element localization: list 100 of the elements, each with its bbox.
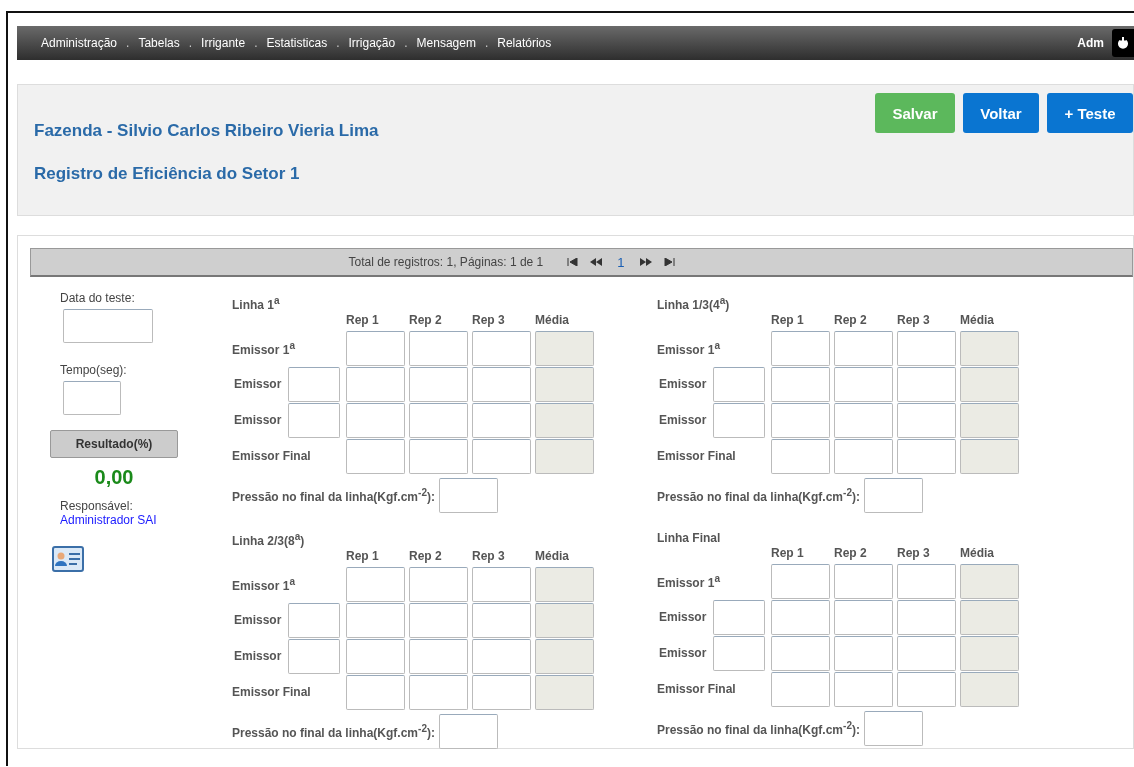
column-header: Rep 1: [346, 549, 380, 563]
measurement-field[interactable]: [472, 638, 531, 674]
measurement-field[interactable]: [771, 402, 830, 438]
action-button[interactable]: Voltar: [963, 93, 1039, 133]
measurement-field[interactable]: [472, 438, 531, 474]
emitter-number-field[interactable]: [713, 366, 765, 402]
measurement-field[interactable]: [834, 563, 893, 599]
measurement-field[interactable]: [472, 566, 531, 602]
menu-item[interactable]: Relatórios: [497, 36, 552, 50]
measurement-field[interactable]: [897, 366, 956, 402]
responsible-label: Responsável:: [60, 499, 133, 513]
pressure-label: Pressão no final da linha(Kgf.cm$^{-2}$):: [657, 720, 860, 737]
menu-separator: .: [404, 36, 408, 50]
menu-separator: .: [484, 36, 489, 50]
id-card-icon[interactable]: [52, 545, 84, 573]
emitter-number-field[interactable]: [288, 638, 340, 674]
measurement-field[interactable]: [409, 402, 468, 438]
measurement-field[interactable]: [409, 638, 468, 674]
page-title: Registro de Eficiência do Setor 1: [34, 164, 301, 184]
measurement-field[interactable]: [834, 599, 893, 635]
measurement-field[interactable]: [834, 366, 893, 402]
measurement-field[interactable]: [771, 330, 830, 366]
column-header: Média: [960, 313, 995, 327]
measurement-field[interactable]: [834, 635, 893, 671]
menu-separator: .: [254, 36, 258, 50]
measurement-field[interactable]: [771, 599, 830, 635]
power-icon: [1117, 36, 1129, 50]
measurement-field[interactable]: [346, 566, 405, 602]
measurement-field[interactable]: [897, 563, 956, 599]
column-header: Rep 1: [346, 313, 380, 327]
emitter-number-field[interactable]: [288, 366, 340, 402]
date-field[interactable]: [63, 309, 153, 343]
power-button[interactable]: [1112, 29, 1134, 57]
emitter-number-field[interactable]: [713, 635, 765, 671]
measurement-field[interactable]: [771, 366, 830, 402]
measurement-field[interactable]: [834, 330, 893, 366]
measurement-field[interactable]: [897, 438, 956, 474]
measurement-field[interactable]: [346, 638, 405, 674]
measurement-field[interactable]: [834, 402, 893, 438]
measurement-field[interactable]: [409, 438, 468, 474]
measurement-field[interactable]: [472, 366, 531, 402]
measurement-field[interactable]: [409, 330, 468, 366]
menu-item[interactable]: Irrigante: [201, 36, 246, 50]
menu-item[interactable]: Administração: [41, 36, 118, 50]
next-page-icon[interactable]: [638, 258, 653, 266]
column-header: Rep 2: [409, 313, 443, 327]
measurement-field[interactable]: [409, 566, 468, 602]
emitter-number-field[interactable]: [713, 402, 765, 438]
line-title: Linha 2/3(8$^{a}$): [232, 531, 306, 548]
emitter-number-field[interactable]: [288, 602, 340, 638]
last-page-icon[interactable]: [662, 258, 675, 266]
measurement-field[interactable]: [897, 671, 956, 707]
measurement-field[interactable]: [346, 438, 405, 474]
pressure-label: Pressão no final da linha(Kgf.cm$^{-2}$):: [232, 487, 435, 504]
measurement-field[interactable]: [409, 366, 468, 402]
measurement-field[interactable]: [472, 602, 531, 638]
pressure-field[interactable]: [863, 478, 923, 513]
previous-page-icon[interactable]: [589, 258, 604, 266]
emitter-number-field[interactable]: [713, 599, 765, 635]
emitter-label: Emissor Final: [657, 682, 737, 696]
measurement-field[interactable]: [346, 674, 405, 710]
line-title: Linha Final: [657, 531, 722, 545]
measurement-field[interactable]: [346, 330, 405, 366]
measurement-field[interactable]: [409, 674, 468, 710]
column-header: Rep 3: [472, 549, 506, 563]
pressure-field[interactable]: [438, 478, 498, 513]
emitter-number-field[interactable]: [288, 402, 340, 438]
emitter-label: Emissor: [659, 377, 708, 391]
measurement-field[interactable]: [409, 602, 468, 638]
measurement-field[interactable]: [472, 402, 531, 438]
measurement-field[interactable]: [346, 366, 405, 402]
measurement-field[interactable]: [771, 635, 830, 671]
menu-item[interactable]: Tabelas: [138, 36, 180, 50]
measurement-field[interactable]: [834, 438, 893, 474]
menu-item[interactable]: Irrigação: [348, 36, 396, 50]
pressure-field[interactable]: [863, 711, 923, 746]
measurement-field[interactable]: [897, 402, 956, 438]
measurement-field[interactable]: [472, 330, 531, 366]
time-field[interactable]: [63, 381, 121, 415]
responsible-link[interactable]: Administrador SAI: [60, 513, 157, 527]
menu-item[interactable]: Mensagem: [416, 36, 476, 50]
measurement-field[interactable]: [346, 402, 405, 438]
menu-item[interactable]: Estatisticas: [266, 36, 328, 50]
menu-separator: .: [336, 36, 340, 50]
measurement-field[interactable]: [771, 438, 830, 474]
pressure-label: Pressão no final da linha(Kgf.cm$^{-2}$):: [232, 723, 435, 740]
measurement-field[interactable]: [897, 599, 956, 635]
action-button[interactable]: + Teste: [1047, 93, 1133, 133]
line-title: Linha 1$^{a}$: [232, 295, 281, 312]
measurement-field[interactable]: [771, 563, 830, 599]
measurement-field[interactable]: [472, 674, 531, 710]
measurement-field[interactable]: [771, 671, 830, 707]
column-header: Média: [535, 313, 570, 327]
measurement-field[interactable]: [346, 602, 405, 638]
page-link[interactable]: 1: [617, 254, 625, 270]
measurement-field[interactable]: [897, 635, 956, 671]
measurement-field[interactable]: [834, 671, 893, 707]
pressure-field[interactable]: [438, 714, 498, 749]
first-page-icon[interactable]: [567, 258, 580, 266]
measurement-field[interactable]: [897, 330, 956, 366]
